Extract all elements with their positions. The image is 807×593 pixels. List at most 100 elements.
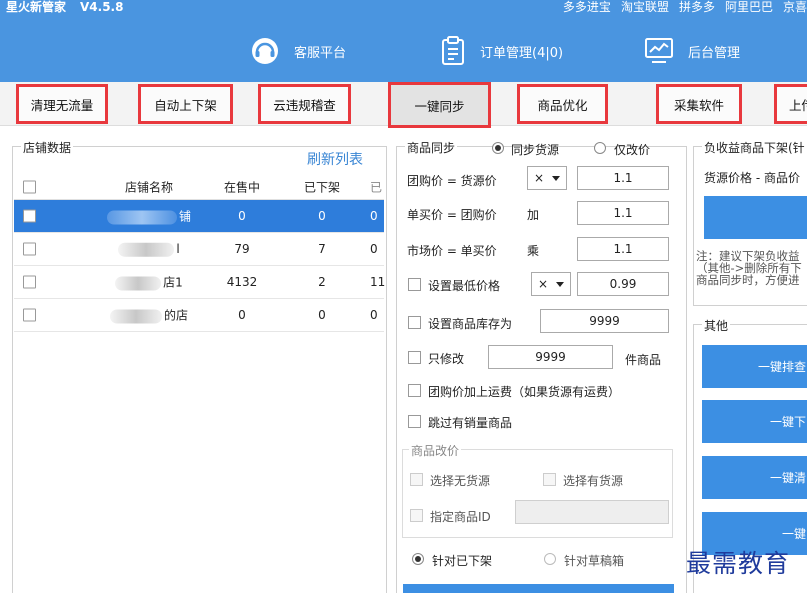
min-price-factor-input[interactable]: 0.99 <box>577 272 669 296</box>
table-row[interactable]: 店1 4132 2 11 <box>14 266 385 299</box>
watermark-text: 最需教育 <box>686 549 791 578</box>
row-checkbox[interactable] <box>23 209 36 223</box>
row-checkbox[interactable] <box>23 242 36 256</box>
redacted-name <box>115 276 162 290</box>
add-freight-label: 团购价加上运费（如果货源有运费） <box>428 385 621 399</box>
on-sale-count: 4132 <box>226 275 258 289</box>
min-price-operator-value: × <box>538 277 549 291</box>
tab-cloud-violation-check[interactable]: 云违规稽查 <box>258 84 351 124</box>
only-modify-count-input[interactable]: 9999 <box>488 345 613 369</box>
row-checkbox[interactable] <box>23 308 36 322</box>
has-source-checkbox[interactable] <box>543 473 556 486</box>
group-price-operator-select[interactable]: × <box>527 166 567 190</box>
row-checkbox[interactable] <box>23 275 36 289</box>
header-off-shelf: 已下架 <box>303 180 340 194</box>
select-all-checkbox[interactable] <box>23 180 36 193</box>
one-click-check-button[interactable]: 一键排查 <box>702 345 807 388</box>
nav-backend-label: 后台管理 <box>688 45 741 61</box>
top-link-pinduoduo[interactable]: 拼多多 <box>679 0 715 14</box>
store-name: 的店 <box>94 307 204 324</box>
nav-orders-label: 订单管理(4|0) <box>480 45 564 61</box>
min-price-checkbox[interactable] <box>408 278 421 291</box>
extra-count: 0 <box>370 209 378 223</box>
redacted-name <box>109 309 162 323</box>
table-row[interactable]: 铺 0 0 0 <box>14 200 384 233</box>
top-links: 多多进宝 淘宝联盟 拼多多 阿里巴巴 京喜 <box>563 0 807 14</box>
nav-customer-service[interactable]: 客服平台 <box>250 28 346 74</box>
stock-value-input[interactable]: 9999 <box>540 309 669 333</box>
off-shelf-count: 0 <box>318 209 326 223</box>
radio-target-draft[interactable] <box>544 553 556 565</box>
market-price-factor-input[interactable]: 1.1 <box>577 237 669 261</box>
market-price-label: 市场价 = 单买价 <box>407 244 497 258</box>
single-price-value-input[interactable]: 1.1 <box>577 201 669 225</box>
extra-count: 0 <box>370 308 378 322</box>
redacted-name <box>118 242 175 257</box>
store-name-text: 铺 <box>178 209 191 224</box>
sync-start-button[interactable] <box>403 584 674 593</box>
top-header: 星火新管家 V4.5.8 多多进宝 淘宝联盟 拼多多 阿里巴巴 京喜 客服平台 订单管 <box>0 0 807 82</box>
off-shelf-count: 0 <box>318 308 326 322</box>
main-nav: 客服平台 订单管理(4|0) 后台管理 <box>0 28 807 74</box>
refresh-list-link[interactable]: 刷新列表 <box>307 149 363 169</box>
extra-count: 11 <box>370 275 386 289</box>
tab-collect-software[interactable]: 采集软件 <box>656 84 742 124</box>
add-freight-checkbox[interactable] <box>408 384 421 397</box>
extra-count: 0 <box>370 242 378 256</box>
only-modify-suffix: 件商品 <box>625 353 662 367</box>
no-source-checkbox[interactable] <box>410 473 423 486</box>
set-stock-checkbox[interactable] <box>408 316 421 329</box>
group-price-operator-value: × <box>534 171 545 185</box>
table-row[interactable]: 的店 0 0 0 <box>14 299 384 332</box>
specify-id-input[interactable] <box>515 500 669 524</box>
table-row[interactable]: l 79 7 0 <box>14 233 384 266</box>
nav-orders[interactable]: 订单管理(4|0) <box>440 28 563 74</box>
store-name-text: 店1 <box>163 275 183 290</box>
top-link-taobao-union[interactable]: 淘宝联盟 <box>621 0 669 14</box>
one-click-clean-button[interactable]: 一键清 <box>702 456 807 499</box>
tab-one-click-sync[interactable]: 一键同步 <box>388 82 491 128</box>
off-shelf-count: 7 <box>318 242 326 256</box>
skip-sold-label: 跳过有销量商品 <box>428 416 513 430</box>
negative-profit-title: 负收益商品下架(针 <box>702 139 807 156</box>
set-stock-label: 设置商品库存为 <box>428 317 513 331</box>
only-modify-checkbox[interactable] <box>408 351 421 364</box>
negative-profit-desc: 货源价格 - 商品价 <box>704 171 800 185</box>
radio-target-off-shelf-label: 针对已下架 <box>432 554 493 568</box>
skip-sold-checkbox[interactable] <box>408 415 421 428</box>
negative-profit-button[interactable] <box>704 196 807 239</box>
header-store-name: 店铺名称 <box>124 180 173 194</box>
only-modify-label: 只修改 <box>428 352 465 366</box>
radio-target-draft-label: 针对草稿箱 <box>564 554 625 568</box>
store-table: 店铺名称 在售中 已下架 已 铺 0 0 0 l 79 7 0 店1 4132 … <box>14 174 385 332</box>
tab-clean-no-traffic[interactable]: 清理无流量 <box>16 84 108 124</box>
one-click-off-button[interactable]: 一键下 <box>702 400 807 443</box>
tab-auto-shelf[interactable]: 自动上下架 <box>138 84 233 124</box>
top-link-jingxi[interactable]: 京喜 <box>783 0 807 14</box>
radio-target-off-shelf[interactable] <box>412 553 424 565</box>
specify-id-checkbox[interactable] <box>410 509 423 522</box>
chevron-down-icon <box>556 282 564 287</box>
negative-profit-note: 注：建议下架负收益 （其他->删除所有下 商品同步时，方便进 <box>696 250 802 286</box>
radio-price-only[interactable] <box>594 142 606 154</box>
note-line: 商品同步时，方便进 <box>696 273 800 287</box>
product-sync-title: 商品同步 <box>405 139 458 156</box>
tab-upload[interactable]: 上传 <box>774 84 807 124</box>
chevron-down-icon <box>552 176 560 181</box>
on-sale-count: 0 <box>238 209 246 223</box>
radio-sync-source[interactable] <box>492 142 504 154</box>
group-price-factor-input[interactable]: 1.1 <box>577 166 669 190</box>
clipboard-icon <box>442 36 464 65</box>
specify-id-label: 指定商品ID <box>430 510 491 524</box>
top-link-alibaba[interactable]: 阿里巴巴 <box>725 0 773 14</box>
tab-product-optimize[interactable]: 商品优化 <box>517 84 608 124</box>
min-price-operator-select[interactable]: × <box>531 272 571 296</box>
store-name: 铺 <box>94 208 204 225</box>
top-link-duoduojinbao[interactable]: 多多进宝 <box>563 0 611 14</box>
header-on-sale: 在售中 <box>223 180 260 194</box>
redacted-name <box>106 210 177 224</box>
headset-icon <box>252 38 278 64</box>
nav-backend[interactable]: 后台管理 <box>644 28 740 74</box>
group-price-label: 团购价 = 货源价 <box>407 174 497 188</box>
nav-customer-service-label: 客服平台 <box>294 45 347 61</box>
